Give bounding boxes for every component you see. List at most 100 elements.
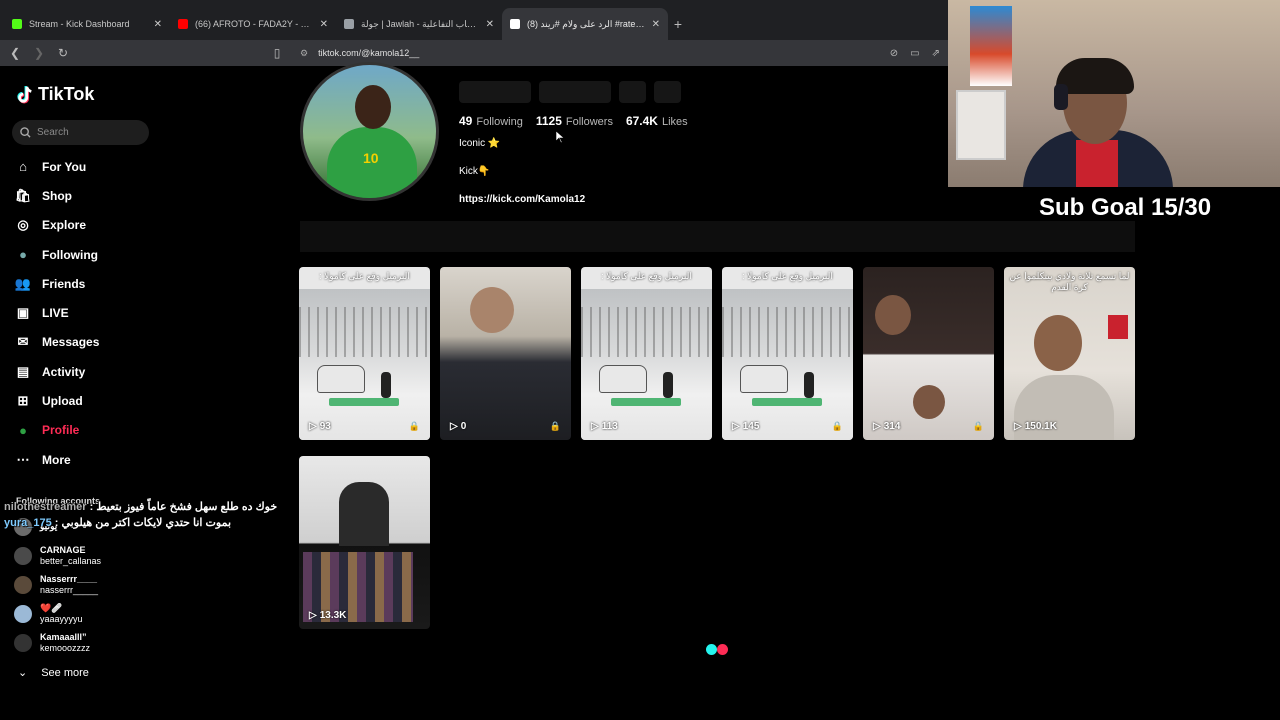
video-card[interactable]: البرميل وقع على كامولا : ▷ 93 🔒 — [299, 267, 430, 440]
tab-close-icon[interactable]: ✕ — [486, 19, 494, 30]
reload-icon[interactable]: ↻ — [56, 46, 70, 60]
bookmark-icon[interactable]: ▯ — [270, 46, 284, 60]
webcam-poster — [970, 6, 1012, 86]
browser-tab[interactable]: (8) الرد على ولام #ريند #ratedv1 ✕ — [502, 8, 668, 40]
following-account[interactable]: CARNAGE better_callanas — [14, 541, 214, 570]
browser-tab[interactable]: Stream - Kick Dashboard ✕ — [4, 8, 170, 40]
chat-username: yura_175 — [4, 517, 52, 529]
nav-item-live[interactable]: ▣ LIVE — [14, 298, 214, 327]
avatar-jersey-number: 10 — [363, 150, 379, 166]
video-thumbnail-car — [599, 365, 647, 393]
url-text: tiktok.com/@kamola12__ — [318, 48, 420, 58]
nav-item-messages[interactable]: ✉ Messages — [14, 328, 214, 357]
live-icon: ▣ — [16, 305, 30, 321]
video-card[interactable]: ▷ 0 🔒 — [440, 267, 571, 440]
video-thumbnail-trees — [581, 307, 712, 357]
nav-item-following[interactable]: ● Following — [14, 240, 214, 269]
account-name: CARNAGE — [40, 544, 86, 555]
video-card[interactable]: لما تسمع تلاتة ولادي بيتكلموا عن كرة الق… — [1004, 267, 1135, 440]
avatar — [14, 604, 32, 623]
account-names: Nasserrr____ nasserrr_____ — [40, 574, 98, 596]
stat-followers[interactable]: 1125 Followers — [536, 114, 613, 128]
profile-avatar[interactable]: 10 — [300, 62, 439, 201]
nav-item-label: Upload — [42, 394, 83, 409]
tab-close-icon[interactable]: ✕ — [652, 19, 660, 30]
video-card[interactable]: البرميل وقع على كامولا : ▷ 113 — [581, 267, 712, 440]
nav-item-more[interactable]: ⋯ More — [14, 445, 214, 474]
browser-tab[interactable]: (66) AFROTO - FADA2Y - YouTube ✕ — [170, 8, 336, 40]
play-icon: ▷ — [873, 421, 881, 432]
upload-icon: ⊞ — [17, 393, 29, 409]
nav-item-label: Messages — [42, 335, 100, 350]
url-field[interactable]: ⚙ tiktok.com/@kamola12__ — [300, 48, 419, 59]
lock-icon: 🔒 — [408, 421, 420, 431]
following-avatar-icon: ● — [19, 247, 27, 263]
tab-close-icon[interactable]: ✕ — [154, 19, 162, 30]
video-view-count: ▷ 314 — [873, 421, 900, 432]
account-names: Kamaaalll” kemooozzzz — [40, 632, 90, 654]
mouse-cursor-icon — [556, 131, 564, 143]
chat-text: خوك ده طلع سهل فشخ عاماً فيوز بتعيط — [96, 501, 278, 513]
logo-text: TikTok — [38, 84, 95, 104]
video-card[interactable]: البرميل وقع على كامولا : ▷ 145 🔒 — [722, 267, 853, 440]
new-tab-icon[interactable]: + — [668, 8, 688, 40]
see-more-label: See more — [41, 666, 89, 679]
bio-line-1: Iconic ⭐ — [459, 138, 501, 149]
tab-close-icon[interactable]: ✕ — [320, 19, 328, 30]
stat-following[interactable]: 49 Following — [459, 114, 523, 128]
kick-overlay-bar — [752, 398, 822, 406]
chat-text: بموت انا حتدي لايكات اكتر من هيلوبي — [61, 517, 232, 529]
profile-avatar-icon: ● — [19, 422, 27, 438]
tiktok-logo[interactable]: TikTok — [16, 84, 94, 105]
profile-stats: 49 Following 1125 Followers 67.4K Likes — [459, 114, 688, 128]
nav-item-upload[interactable]: ⊞ Upload — [14, 386, 214, 415]
share-icon[interactable]: ⇗ — [932, 48, 940, 59]
address-bar-actions: ⊘ ▭ ⇗ — [890, 48, 940, 59]
account-handle: kemooozzzz — [40, 642, 91, 653]
eye-off-icon[interactable]: ⊘ — [890, 48, 898, 59]
browser-tab[interactable]: جولة | Jawlah - منصة الألعاب التفاعلية ✕ — [336, 8, 502, 40]
nav-item-friends[interactable]: 👥 Friends — [14, 269, 214, 298]
nav-item-shop[interactable]: 🛍 Shop — [14, 181, 214, 210]
stat-value: 1125 — [535, 114, 562, 128]
video-caption: البرميل وقع على كامولا : — [742, 271, 833, 281]
view-count-text: 150.1K — [1024, 421, 1057, 432]
search-input[interactable]: Search — [12, 120, 149, 145]
tiktok-note-icon — [17, 85, 32, 104]
kick-overlay-bar — [611, 398, 681, 406]
tab-title: (8) الرد على ولام #ريند #ratedv1 — [527, 18, 645, 29]
tab-favicon-icon — [344, 19, 354, 29]
nav-item-activity[interactable]: ▤ Activity — [14, 357, 214, 386]
nav-item-label: Following — [42, 247, 98, 262]
play-icon: ▷ — [309, 421, 317, 432]
video-thumbnail-face — [875, 295, 911, 335]
following-account[interactable]: Nasserrr____ nasserrr_____ — [14, 570, 214, 599]
search-placeholder: Search — [37, 127, 69, 138]
cast-icon[interactable]: ▭ — [910, 48, 919, 59]
nav-item-label: Shop — [42, 188, 72, 203]
lock-icon: 🔒 — [972, 421, 984, 431]
webcam-person-shirt — [1076, 140, 1118, 187]
site-info-icon[interactable]: ⚙ — [300, 48, 308, 59]
streamer-webcam — [948, 0, 1280, 187]
following-account[interactable]: Kamaaalll” kemooozzzz — [14, 628, 214, 657]
nav-item-for-you[interactable]: ⌂ For You — [14, 152, 214, 181]
chat-username: nilothestreamer — [4, 501, 87, 513]
video-caption: البرميل وقع على كامولا : — [601, 271, 692, 281]
nav-item-profile[interactable]: ● Profile — [14, 416, 214, 445]
messages-icon: ✉ — [17, 334, 29, 350]
video-card[interactable]: ▷ 13.3K — [299, 456, 430, 629]
lock-icon: 🔒 — [831, 421, 843, 431]
video-view-count: ▷ 113 — [591, 421, 618, 432]
stat-value: 49 — [459, 114, 473, 128]
account-name: ❤️🩹 — [40, 602, 63, 613]
back-icon[interactable]: ❮ — [8, 46, 22, 60]
see-more-button[interactable]: ⌄ See more — [18, 666, 89, 680]
bio-link[interactable]: https://kick.com/Kamola12 — [459, 194, 585, 205]
forward-icon[interactable]: ❯ — [32, 46, 46, 60]
stat-likes[interactable]: 67.4K Likes — [626, 114, 688, 128]
video-card[interactable]: ▷ 314 🔒 — [863, 267, 994, 440]
nav-item-explore[interactable]: ◎ Explore — [14, 211, 214, 240]
account-name: Nasserrr____ — [40, 573, 98, 584]
following-account[interactable]: ❤️🩹 yaaayyyyu — [14, 599, 214, 628]
